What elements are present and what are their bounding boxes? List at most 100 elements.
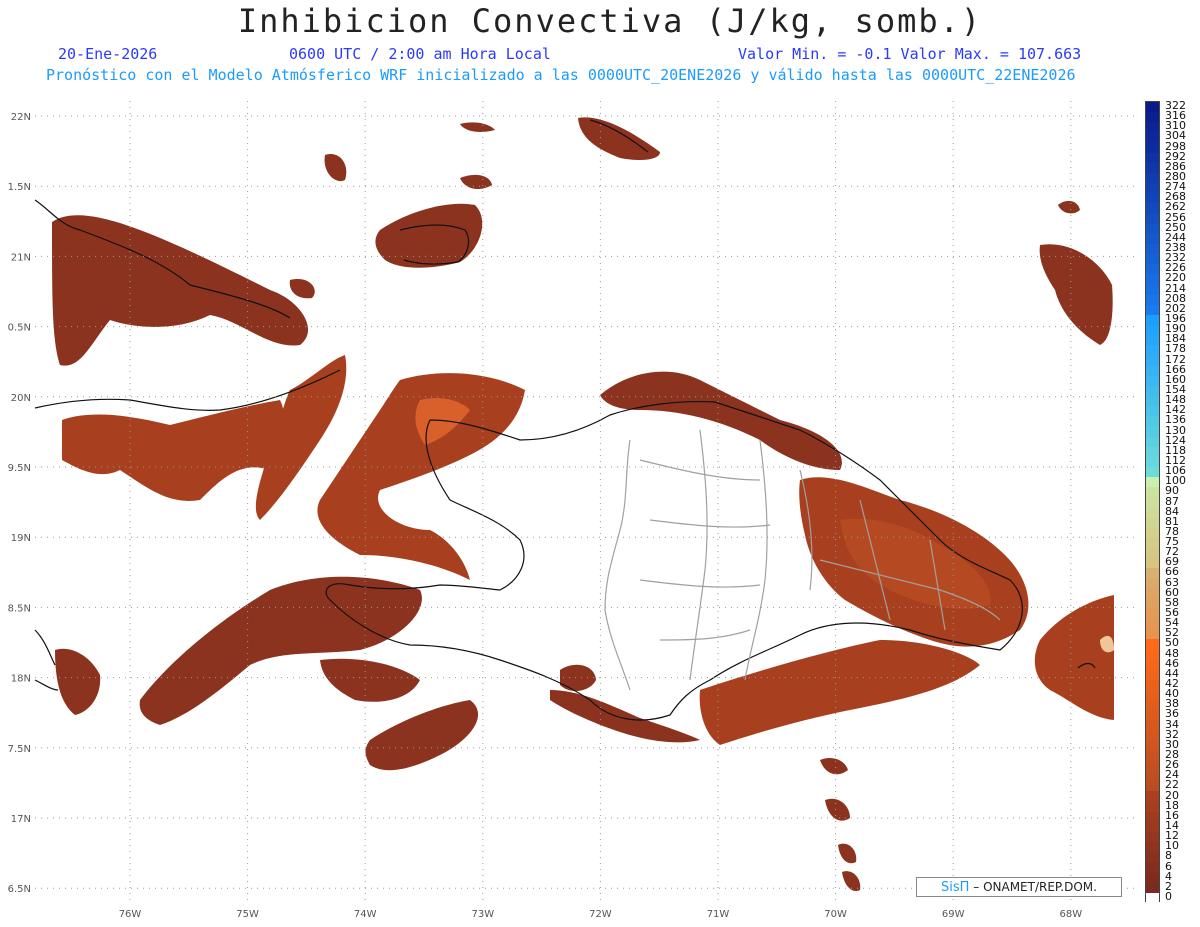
color-scale-step bbox=[1146, 842, 1159, 853]
color-scale-step bbox=[1146, 568, 1159, 580]
color-scale-step bbox=[1146, 629, 1159, 640]
color-scale-step bbox=[1146, 223, 1159, 235]
color-scale-step bbox=[1146, 872, 1159, 884]
color-scale-step bbox=[1146, 274, 1159, 286]
color-scale-step bbox=[1146, 487, 1159, 499]
lat-label: 7.5N bbox=[8, 744, 31, 755]
sispi-logo: SisΠ bbox=[941, 880, 970, 895]
color-scale-step bbox=[1146, 365, 1159, 377]
lon-label: 71W bbox=[707, 909, 730, 920]
color-scale-step bbox=[1146, 314, 1159, 326]
lat-label: 20N bbox=[11, 393, 31, 404]
color-scale-step bbox=[1146, 588, 1159, 600]
lat-label: 1.5N bbox=[8, 182, 31, 193]
color-scale-step bbox=[1146, 132, 1159, 144]
color-scale-step bbox=[1146, 720, 1159, 732]
color-scale-step bbox=[1146, 426, 1159, 438]
lon-label: 68W bbox=[1059, 909, 1082, 920]
lat-label: 22N bbox=[11, 112, 31, 123]
color-scale-step bbox=[1146, 619, 1159, 630]
color-scale-step bbox=[1146, 517, 1159, 529]
color-scale-step bbox=[1146, 598, 1159, 610]
color-scale-step bbox=[1146, 882, 1159, 894]
lon-label: 74W bbox=[354, 909, 377, 920]
lon-label: 76W bbox=[119, 909, 142, 920]
color-scale-step bbox=[1146, 436, 1159, 448]
color-scale-step bbox=[1146, 690, 1159, 701]
lat-label: 6.5N bbox=[8, 884, 31, 895]
color-scale-step bbox=[1146, 679, 1159, 691]
color-scale-step bbox=[1146, 467, 1159, 478]
lat-label: 9.5N bbox=[8, 463, 31, 474]
color-scale-step bbox=[1146, 345, 1159, 357]
color-scale-step bbox=[1146, 608, 1159, 620]
lat-label: 18N bbox=[11, 674, 31, 685]
lat-label: 0.5N bbox=[8, 323, 31, 334]
color-scale-step bbox=[1146, 456, 1159, 468]
lat-label: 17N bbox=[11, 814, 31, 825]
credit-text: – ONAMET/REP.DOM. bbox=[969, 880, 1097, 894]
color-scale-step bbox=[1146, 122, 1159, 133]
color-scale-step bbox=[1146, 477, 1159, 488]
color-scale-bar bbox=[1145, 101, 1160, 904]
map-frame bbox=[35, 101, 1137, 902]
color-scale-step bbox=[1146, 811, 1159, 823]
color-scale-step bbox=[1146, 771, 1159, 782]
lat-label: 8.5N bbox=[8, 603, 31, 614]
latitude-labels: 22N 1.5N 21N 0.5N 20N 9.5N 19N 8.5N 18N 7.5N 17N 6.… bbox=[8, 112, 31, 895]
color-scale-step bbox=[1146, 406, 1159, 417]
color-scale-step bbox=[1146, 740, 1159, 752]
lon-label: 72W bbox=[589, 909, 612, 920]
color-scale-step bbox=[1146, 254, 1159, 265]
color-scale-step bbox=[1146, 781, 1159, 793]
lon-label: 70W bbox=[824, 909, 847, 920]
color-scale-step bbox=[1146, 700, 1159, 711]
color-scale-step bbox=[1146, 669, 1159, 681]
color-scale-step bbox=[1146, 152, 1159, 164]
color-scale-step bbox=[1146, 548, 1159, 559]
color-scale-step bbox=[1146, 193, 1159, 204]
lon-label: 73W bbox=[471, 909, 494, 920]
color-scale-step bbox=[1146, 649, 1159, 661]
color-scale-step bbox=[1146, 852, 1159, 864]
lon-label: 69W bbox=[942, 909, 965, 920]
color-scale-step bbox=[1146, 416, 1159, 428]
color-scale-step bbox=[1146, 497, 1159, 509]
color-scale-step bbox=[1146, 112, 1159, 123]
color-scale-label: 0 bbox=[1165, 889, 1172, 903]
color-scale-step bbox=[1146, 162, 1159, 174]
color-scale-step bbox=[1146, 791, 1159, 803]
color-scale-step bbox=[1146, 375, 1159, 387]
lat-label: 21N bbox=[11, 252, 31, 263]
color-scale-step bbox=[1146, 446, 1159, 458]
lon-label: 75W bbox=[236, 909, 259, 920]
longitude-labels: 76W 75W 74W 73W 72W 71W 70W 69W 68W bbox=[119, 909, 1083, 920]
color-scale-step bbox=[1146, 639, 1159, 651]
lat-label: 19N bbox=[11, 533, 31, 544]
color-scale-step bbox=[1146, 335, 1159, 346]
color-scale-step bbox=[1146, 750, 1159, 762]
color-scale-step bbox=[1146, 761, 1159, 772]
color-scale-step bbox=[1146, 304, 1159, 316]
color-scale-step bbox=[1146, 396, 1159, 407]
color-scale-step bbox=[1146, 832, 1159, 843]
color-scale-step bbox=[1146, 862, 1159, 874]
color-scale-step bbox=[1146, 264, 1159, 275]
color-scale-step bbox=[1146, 558, 1159, 569]
credit-box: SisΠ – ONAMET/REP.DOM. bbox=[916, 877, 1122, 897]
color-scale-step bbox=[1146, 183, 1159, 194]
color-scale-step bbox=[1146, 821, 1159, 833]
map-canvas: 22N 1.5N 21N 0.5N 20N 9.5N 19N 8.5N 18N 7.5N 17N 6.… bbox=[8, 101, 1137, 920]
color-scale-step bbox=[1146, 730, 1159, 742]
color-scale-step bbox=[1146, 142, 1159, 154]
color-scale-step bbox=[1146, 203, 1159, 215]
color-scale-step bbox=[1146, 284, 1159, 296]
color-scale-step bbox=[1146, 892, 1159, 904]
color-scale-step bbox=[1146, 527, 1159, 539]
color-scale-step bbox=[1146, 355, 1159, 367]
color-scale-step bbox=[1146, 325, 1159, 336]
color-scale-step bbox=[1146, 659, 1159, 671]
color-scale-step bbox=[1146, 801, 1159, 813]
color-scale-step bbox=[1146, 172, 1159, 184]
color-scale-step bbox=[1146, 102, 1159, 113]
